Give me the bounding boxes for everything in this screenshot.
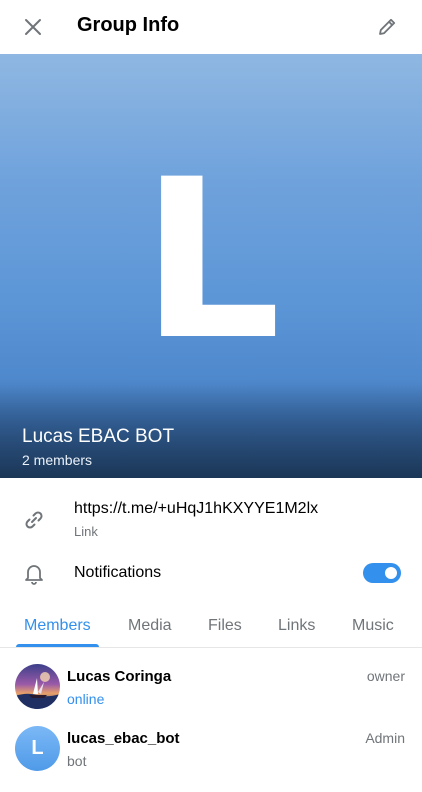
bell-icon [22,561,46,585]
avatar [15,664,60,709]
invite-link-value[interactable]: https://t.me/+uHqJ1hKXYYE1M2lx [74,500,318,518]
tab-files[interactable]: Files [208,617,242,635]
tab-members[interactable]: Members [24,617,91,635]
tab-music[interactable]: Music [352,617,394,635]
member-status: online [67,691,105,707]
active-tab-indicator [16,644,99,647]
group-name: Lucas EBAC BOT [22,426,175,447]
tab-links[interactable]: Links [278,617,315,635]
invite-link-row[interactable]: https://t.me/+uHqJ1hKXYYE1M2lx Link [0,492,422,548]
avatar: L [15,726,60,771]
toggle-knob [383,565,399,581]
member-name: Lucas Coringa [67,668,172,685]
member-name: lucas_ebac_bot [67,730,180,747]
page-title: Group Info [77,14,180,36]
tab-media[interactable]: Media [128,617,172,635]
member-role: owner [366,668,405,684]
top-bar: Group Info [0,0,422,54]
member-status: bot [67,753,87,769]
member-role: Admin [365,730,405,746]
member-count: 2 members [22,452,93,468]
link-icon [22,508,46,532]
avatar-letter: L [140,132,282,388]
member-row[interactable]: L lucas_ebac_bot bot Admin [0,726,422,788]
notifications-row[interactable]: Notifications [0,552,422,594]
close-icon [25,19,41,35]
group-avatar-banner[interactable]: L Lucas EBAC BOT 2 members [0,54,422,478]
member-row[interactable]: Lucas Coringa online owner [0,664,422,726]
pencil-icon [379,18,396,35]
edit-button[interactable] [372,12,402,42]
invite-link-caption: Link [74,524,98,539]
notifications-toggle[interactable] [363,563,401,583]
notifications-label: Notifications [74,564,162,581]
shared-media-tabs: Members Media Files Links Music [0,606,422,648]
close-button[interactable] [18,12,48,42]
